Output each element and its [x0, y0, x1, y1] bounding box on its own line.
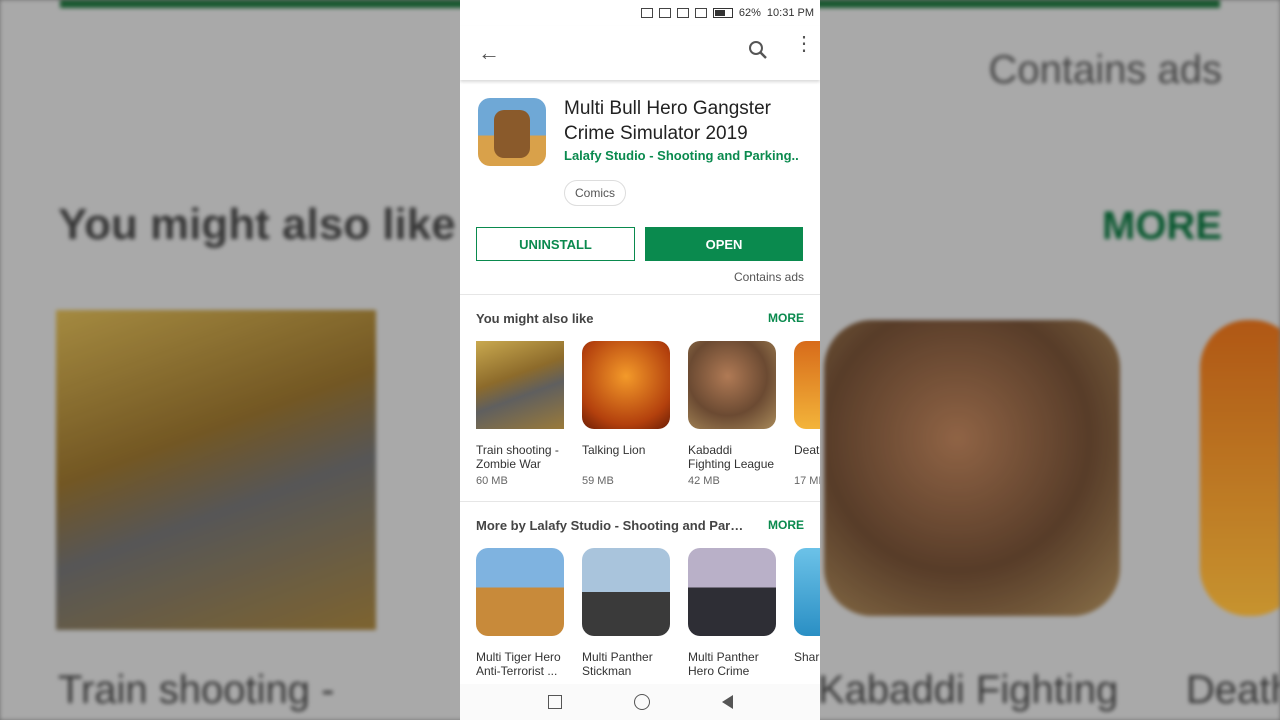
developer-link[interactable]: Lalafy Studio - Shooting and Parking.. [564, 148, 799, 163]
alarm-icon [676, 8, 689, 18]
app-size: 59 MB [582, 475, 614, 487]
cast-icon [640, 8, 653, 18]
app-tile-talking-lion[interactable]: Talking Lion 59 MB [582, 341, 670, 487]
app-tile-multi-tiger[interactable]: Multi Tiger Hero Anti-Terrorist ... [476, 548, 564, 678]
app-size: 17 MB [794, 475, 820, 487]
more-vert-icon[interactable]: ⋮ [794, 34, 814, 54]
app-icon-figure [494, 110, 530, 158]
home-icon[interactable] [633, 694, 650, 710]
app-tile-multi-panther-crime[interactable]: Multi Panther Hero Crime Sh... [688, 548, 776, 678]
app-name: Talking Lion [582, 443, 646, 457]
app-thumbnail [688, 548, 776, 636]
battery-percent: 62% [738, 7, 761, 19]
you-might-also-like-section: You might also like MORE Train shooting … [460, 295, 820, 501]
back-arrow-icon[interactable]: ← [478, 40, 500, 66]
app-name: Train shooting - Zombie War [476, 443, 559, 471]
app-header: Multi Bull Hero Gangster Crime Simulator… [460, 80, 820, 294]
more-button[interactable]: MORE [768, 518, 804, 532]
uninstall-button[interactable]: UNINSTALL [476, 227, 635, 261]
app-thumbnail [476, 548, 564, 636]
tile-row: Train shooting - Zombie War 60 MB Talkin… [476, 341, 820, 487]
category-chip[interactable]: Comics [564, 180, 627, 206]
app-name: Kabaddi Fighting League 2019: S... [688, 443, 775, 471]
app-tile-kabaddi[interactable]: Kabaddi Fighting League 2019: S... 42 MB [688, 341, 776, 487]
signal-icon [694, 8, 707, 18]
section-title: You might also like [476, 311, 594, 326]
app-tile-death[interactable]: Death Free 17 MB [794, 341, 820, 487]
app-thumbnail [794, 341, 820, 429]
search-icon[interactable] [748, 40, 768, 60]
app-thumbnail [688, 341, 776, 429]
app-thumbnail [476, 341, 564, 429]
app-title: Multi Bull Hero Gangster Crime Simulator… [564, 98, 771, 144]
app-name: Shark 2019 [794, 650, 820, 664]
phone-screen: 62% 10:31 PM ← ⋮ Multi Bull Hero Gangste… [460, 0, 820, 720]
app-tile-multi-panther-stickman[interactable]: Multi Panther Stickman Rope... [582, 548, 670, 678]
battery-icon [712, 8, 733, 18]
app-size: 42 MB [688, 475, 720, 487]
app-thumbnail [582, 341, 670, 429]
app-size: 60 MB [476, 475, 508, 487]
nav-back-icon[interactable] [721, 695, 733, 709]
more-by-developer-section: More by Lalafy Studio - Shooting and Par… [460, 502, 820, 682]
recents-icon[interactable] [547, 695, 562, 709]
app-name: Multi Panther Hero Crime Sh... [688, 650, 759, 678]
app-thumbnail [794, 548, 820, 636]
app-icon [478, 98, 546, 166]
app-thumbnail [582, 548, 670, 636]
vibrate-icon [658, 8, 671, 18]
app-name: Multi Panther Stickman Rope... [582, 650, 653, 678]
open-button[interactable]: OPEN [645, 227, 803, 261]
app-name: Death Free [794, 443, 820, 457]
contains-ads-label: Contains ads [733, 270, 804, 284]
more-button[interactable]: MORE [768, 311, 804, 325]
app-tile-train-shooting[interactable]: Train shooting - Zombie War 60 MB [476, 341, 564, 487]
app-name: Multi Tiger Hero Anti-Terrorist ... [476, 650, 561, 678]
clock: 10:31 PM [766, 7, 814, 19]
navigation-bar [460, 684, 820, 720]
tile-row: Multi Tiger Hero Anti-Terrorist ... Mult… [476, 548, 820, 678]
app-tile-shark[interactable]: Shark 2019 [794, 548, 820, 678]
section-title: More by Lalafy Studio - Shooting and Par… [476, 518, 746, 533]
status-bar: 62% 10:31 PM [460, 0, 820, 26]
app-bar: ← ⋮ [460, 26, 820, 80]
